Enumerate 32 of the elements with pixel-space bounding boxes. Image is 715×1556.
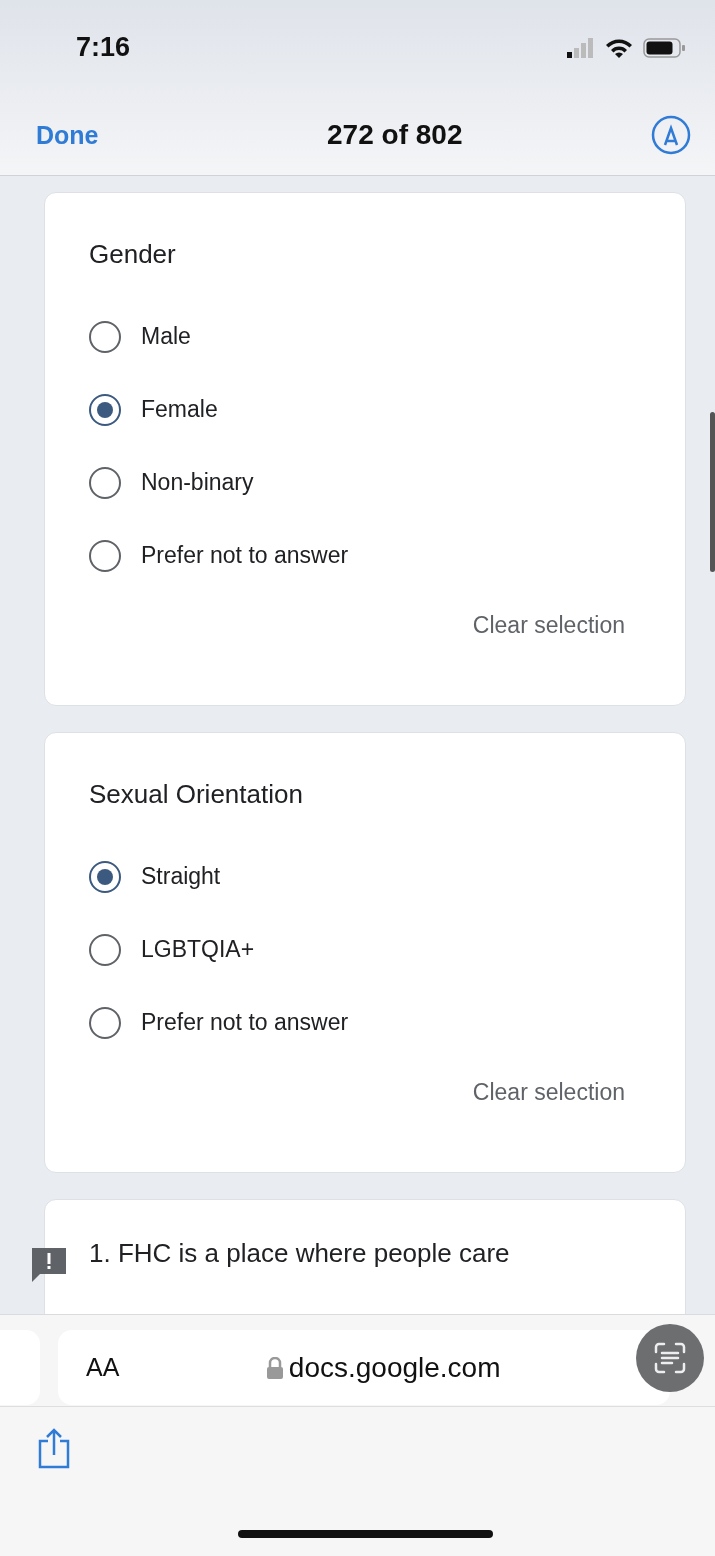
report-icon[interactable] <box>30 1246 68 1284</box>
address-bar[interactable]: AA docs.google.com <box>58 1330 670 1405</box>
radio-button[interactable] <box>89 860 121 893</box>
status-time: 7:16 <box>76 32 131 63</box>
page-title: 272 of 802 <box>327 119 463 151</box>
option-label[interactable]: Male <box>141 323 191 350</box>
text-size-button[interactable]: AA <box>86 1353 120 1382</box>
question-title: Sexual Orientation <box>89 779 304 810</box>
url-text: docs.google.com <box>288 1351 501 1384</box>
question-text: 1. FHC is a place where people care <box>89 1238 511 1269</box>
radio-button[interactable] <box>89 320 121 353</box>
signal-icon <box>567 37 595 58</box>
radio-button[interactable] <box>89 393 121 426</box>
radio-button[interactable] <box>89 539 121 572</box>
option-label[interactable]: Straight <box>141 863 221 890</box>
option-label[interactable]: LGBTQIA+ <box>141 936 255 963</box>
radio-button[interactable] <box>89 466 121 499</box>
question-title: Gender <box>89 239 177 270</box>
clear-selection-button[interactable]: Clear selection <box>472 612 625 639</box>
markup-icon[interactable] <box>651 115 691 155</box>
option-label[interactable]: Prefer not to answer <box>141 1009 349 1036</box>
battery-icon <box>643 37 685 58</box>
share-icon[interactable] <box>36 1427 72 1469</box>
wifi-icon <box>605 37 633 58</box>
radio-button[interactable] <box>89 933 121 966</box>
done-button[interactable]: Done <box>36 120 99 150</box>
option-label[interactable]: Prefer not to answer <box>141 542 349 569</box>
clear-selection-button[interactable]: Clear selection <box>472 1079 625 1106</box>
lock-icon <box>266 1356 283 1379</box>
option-label[interactable]: Female <box>141 396 218 423</box>
option-label[interactable]: Non-binary <box>141 469 254 496</box>
radio-button[interactable] <box>89 1006 121 1039</box>
